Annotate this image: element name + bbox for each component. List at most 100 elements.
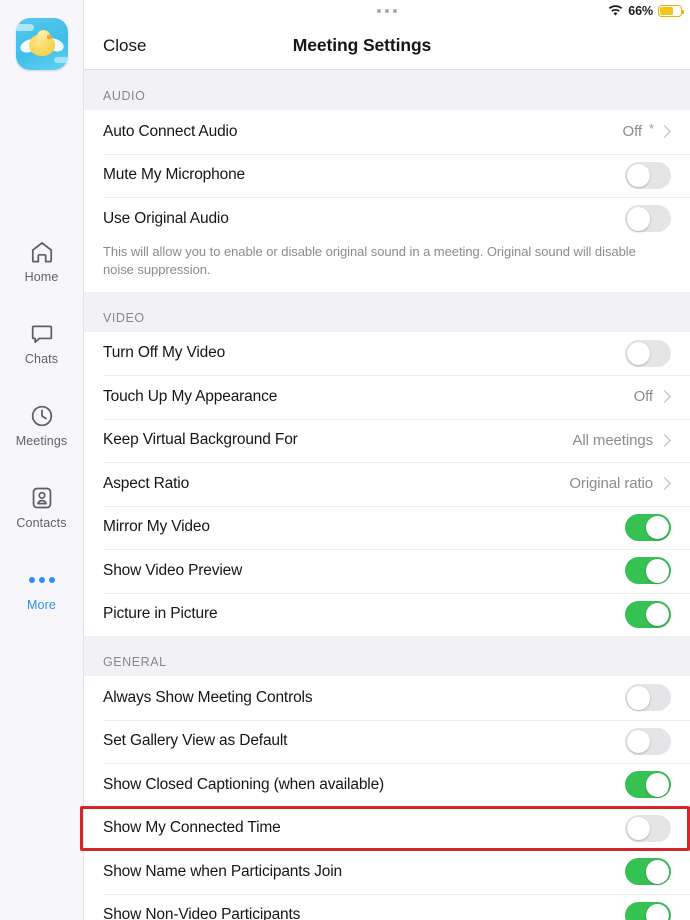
clock-icon [29,403,55,429]
settings-row[interactable]: Show Name when Participants Join [84,850,690,894]
app-window: Home Chats Meetings Contacts More 66% Cl… [0,0,690,920]
battery-percent-label: 66% [628,4,653,18]
settings-group: Turn Off My Video Touch Up My Appearance O… [84,331,690,636]
settings-group: Auto Connect Audio Off * Mute My Microphone… [84,110,690,241]
wifi-icon [608,5,623,17]
settings-row[interactable]: Show Video Preview [84,549,690,593]
status-indicators: 66% [608,2,685,20]
settings-row[interactable]: Keep Virtual Background For All meetings [84,418,690,462]
settings-row-label: Show Name when Participants Join [103,862,343,880]
toggle-knob [626,729,651,753]
page-title: Meeting Settings [292,35,432,55]
settings-row-label: Show Closed Captioning (when available) [103,775,385,793]
toggle-knob [645,860,670,884]
toggle-switch[interactable] [625,600,671,628]
toggle-switch[interactable] [625,339,671,367]
settings-scroll-area[interactable]: AUDIO Auto Connect Audio Off * Mute My Micro… [84,70,690,920]
sidebar-nav: Home Chats Meetings Contacts More [0,220,83,630]
toggle-switch[interactable] [625,901,671,920]
chevron-right-icon [658,433,671,447]
chevron-right-icon [658,125,671,139]
toggle-switch[interactable] [625,205,671,233]
settings-row-label: Mute My Microphone [103,166,246,184]
settings-row-label: Keep Virtual Background For [103,431,298,449]
ellipsis-icon [28,567,55,593]
settings-row-label: Set Gallery View as Default [103,732,288,750]
status-bar: 66% [84,0,690,22]
settings-note: This will allow you to enable or disable… [84,240,690,292]
settings-row-label: Picture in Picture [103,605,218,623]
settings-row[interactable]: Set Gallery View as Default [84,719,690,763]
settings-row[interactable]: Show My Connected Time [84,806,690,850]
settings-row-label: Mirror My Video [103,518,210,536]
settings-row-value: Off [633,388,654,406]
settings-row-label: Show Non-Video Participants [103,906,301,920]
toggle-knob [626,816,651,840]
settings-row[interactable]: Touch Up My Appearance Off [84,375,690,419]
settings-row[interactable]: Always Show Meeting Controls [84,676,690,720]
toggle-knob [626,163,651,187]
settings-row[interactable]: Picture in Picture [84,592,690,636]
toggle-knob [626,341,651,365]
drag-handle-icon[interactable] [377,9,397,13]
close-button[interactable]: Close [103,36,146,56]
sidebar-item-home[interactable]: Home [0,220,83,302]
settings-row-label: Use Original Audio [103,209,229,227]
settings-row[interactable]: Auto Connect Audio Off * [84,110,690,154]
settings-row-label: Aspect Ratio [103,474,190,492]
sidebar-item-meetings[interactable]: Meetings [0,384,83,466]
sidebar-item-label: Meetings [15,433,68,448]
bird-beak [46,35,52,39]
toggle-switch[interactable] [625,814,671,842]
settings-row[interactable]: Aspect Ratio Original ratio [84,462,690,506]
sidebar-item-label: Chats [24,351,59,366]
cloud-shape [53,57,68,63]
toggle-switch[interactable] [625,513,671,541]
settings-row[interactable]: Use Original Audio [84,197,690,241]
toggle-switch[interactable] [625,161,671,189]
toggle-switch[interactable] [625,771,671,799]
settings-row-label: Always Show Meeting Controls [103,688,313,706]
toggle-knob [645,602,670,626]
toggle-knob [645,515,670,539]
settings-row-label: Touch Up My Appearance [103,387,278,405]
toggle-switch[interactable] [625,684,671,712]
home-icon [29,239,55,265]
settings-row[interactable]: Mute My Microphone [84,153,690,197]
settings-row-label: Show My Connected Time [103,819,281,837]
toggle-switch[interactable] [625,858,671,886]
toggle-knob [626,207,651,231]
section-header: AUDIO [103,89,146,103]
battery-icon [658,5,685,17]
modal-header: Close Meeting Settings [84,22,690,70]
section-header: VIDEO [103,310,145,325]
sidebar-item-label: Home [24,269,59,284]
toggle-knob [645,559,670,583]
toggle-switch[interactable] [625,557,671,585]
asterisk-marker: * [648,121,654,137]
cloud-shape [15,24,34,31]
contact-card-icon [29,485,55,511]
settings-row[interactable]: Show Non-Video Participants [84,893,690,920]
sidebar-item-chats[interactable]: Chats [0,302,83,384]
settings-row[interactable]: Show Closed Captioning (when available) [84,763,690,807]
settings-row[interactable]: Turn Off My Video [84,331,690,375]
settings-row-value: Original ratio [569,475,653,493]
app-logo-icon[interactable] [15,18,68,70]
toggle-knob [645,903,670,920]
sidebar-item-contacts[interactable]: Contacts [0,466,83,548]
sidebar-item-label: Contacts [16,515,67,530]
toggle-knob [645,773,670,797]
sidebar-item-more[interactable]: More [0,548,83,630]
settings-row[interactable]: Mirror My Video [84,505,690,549]
section-header: GENERAL [103,655,167,669]
settings-group: Always Show Meeting Controls Set Gallery … [84,676,690,920]
settings-row-value: Off [622,123,643,141]
sidebar-item-label: More [27,597,56,612]
chevron-right-icon [658,477,671,491]
chevron-right-icon [658,390,671,404]
toggle-switch[interactable] [625,727,671,755]
chat-bubble-icon [29,321,55,347]
toggle-knob [626,686,651,710]
main-panel: 66% Close Meeting Settings AUDIO Auto Con… [80,0,690,920]
